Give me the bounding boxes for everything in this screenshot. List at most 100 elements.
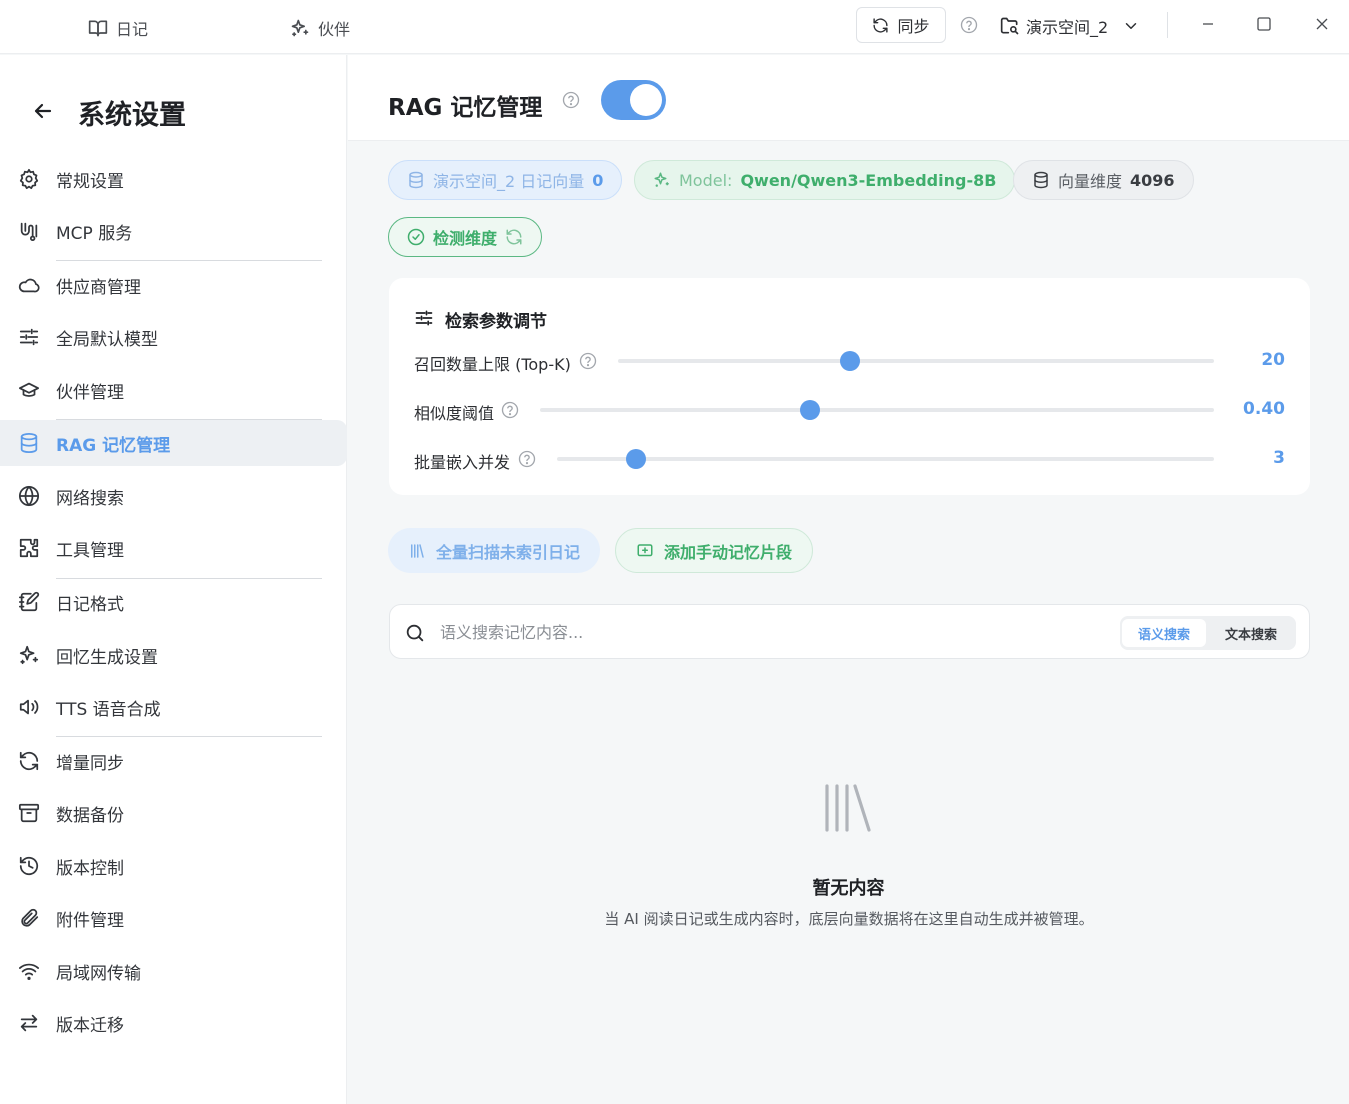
tab-diary-label: 日记 bbox=[116, 20, 149, 39]
sidebar-item[interactable]: MCP 服务 bbox=[0, 208, 347, 254]
title-bar: 日记 伙伴 同步 演示空间_2 bbox=[0, 0, 1349, 54]
add-memory-label: 添加手动记忆片段 bbox=[664, 542, 793, 562]
refresh-icon bbox=[19, 751, 39, 771]
back-arrow-icon[interactable] bbox=[30, 99, 56, 123]
sidebar-item-label: 局域网传输 bbox=[56, 963, 141, 984]
scan-unindexed-label: 全量扫描未索引日记 bbox=[436, 542, 581, 562]
sidebar-item-label: 日记格式 bbox=[56, 594, 124, 615]
help-icon[interactable] bbox=[960, 16, 978, 34]
gear-icon bbox=[19, 168, 39, 190]
sidebar-title: 系统设置 bbox=[78, 100, 186, 131]
sync-button[interactable]: 同步 bbox=[856, 7, 946, 43]
space-vector-chip: 演示空间_2 日记向量 0 bbox=[388, 160, 623, 200]
tab-partner[interactable]: 伙伴 bbox=[290, 16, 350, 40]
page-title: RAG 记忆管理 bbox=[388, 95, 543, 121]
sidebar-separator bbox=[56, 736, 322, 737]
sidebar-item[interactable]: RAG 记忆管理 bbox=[0, 420, 347, 466]
slider-thumb[interactable] bbox=[799, 400, 820, 420]
sidebar-item-label: 增量同步 bbox=[56, 753, 124, 774]
minimize-icon[interactable] bbox=[1198, 14, 1218, 34]
library-icon bbox=[825, 784, 871, 832]
wifi-icon bbox=[18, 963, 40, 980]
sidebar-item[interactable]: 全局默认模型 bbox=[0, 314, 347, 360]
help-icon[interactable] bbox=[562, 91, 580, 109]
cloud-icon bbox=[18, 278, 40, 293]
book-open-icon bbox=[88, 20, 108, 37]
sidebar-item[interactable]: 附件管理 bbox=[0, 895, 347, 941]
check-circle-icon bbox=[407, 228, 425, 246]
sidebar-item[interactable]: 增量同步 bbox=[0, 738, 347, 784]
puzzle-icon bbox=[19, 538, 39, 558]
help-icon[interactable] bbox=[501, 401, 519, 419]
sidebar-item[interactable]: 伙伴管理 bbox=[0, 367, 347, 413]
sparkles-icon bbox=[654, 172, 669, 187]
sparkles-icon bbox=[291, 19, 309, 37]
slider-topk[interactable] bbox=[618, 351, 1214, 371]
slider-thumb[interactable] bbox=[840, 351, 861, 371]
titlebar-divider bbox=[1167, 12, 1168, 38]
sidebar-item[interactable]: 网络搜索 bbox=[0, 473, 347, 519]
param-label-similarity: 相似度阈值 bbox=[414, 404, 495, 423]
sidebar-item-label: 工具管理 bbox=[56, 540, 124, 561]
sidebar-item-label: 数据备份 bbox=[56, 805, 124, 826]
main-header: RAG 记忆管理 bbox=[348, 55, 1349, 141]
paperclip-icon bbox=[21, 908, 39, 927]
add-memory-button[interactable]: 添加手动记忆片段 bbox=[615, 528, 814, 573]
sidebar-item[interactable]: 常规设置 bbox=[0, 156, 347, 202]
sync-label: 同步 bbox=[897, 17, 930, 36]
folder-search-icon bbox=[1000, 17, 1019, 35]
close-icon[interactable] bbox=[1312, 14, 1332, 34]
detect-dimension-button[interactable]: 检测维度 bbox=[388, 217, 543, 257]
sidebar-item[interactable]: 数据备份 bbox=[0, 790, 347, 836]
scan-unindexed-button[interactable]: 全量扫描未索引日记 bbox=[388, 528, 601, 573]
notebook-pen-icon bbox=[18, 591, 40, 612]
workspace-selector[interactable]: 演示空间_2 bbox=[1000, 14, 1140, 38]
maximize-icon[interactable] bbox=[1254, 14, 1274, 34]
space-vector-count: 0 bbox=[592, 170, 604, 190]
search-input[interactable] bbox=[440, 619, 1040, 645]
sidebar-item-label: 全局默认模型 bbox=[56, 329, 158, 350]
rag-enable-toggle[interactable] bbox=[601, 80, 666, 120]
sidebar-item-label: 供应商管理 bbox=[56, 277, 141, 298]
sidebar-item-label: TTS 语音合成 bbox=[56, 699, 161, 720]
sidebar-item[interactable]: 供应商管理 bbox=[0, 262, 347, 308]
sidebar-item-label: 版本迁移 bbox=[56, 1015, 124, 1036]
sidebar-item[interactable]: 版本迁移 bbox=[0, 1000, 347, 1046]
search-icon bbox=[406, 624, 424, 642]
card-title: 检索参数调节 bbox=[445, 312, 547, 332]
help-icon[interactable] bbox=[579, 352, 597, 370]
text-search-tab[interactable]: 文本搜索 bbox=[1209, 619, 1293, 647]
sidebar-separator bbox=[56, 578, 322, 579]
search-mode-toggle: 语义搜索 文本搜索 bbox=[1120, 616, 1296, 650]
param-label-concurrency: 批量嵌入并发 bbox=[414, 453, 511, 472]
database-icon bbox=[20, 432, 38, 454]
archive-icon bbox=[18, 803, 40, 823]
sidebar-item-label: 常规设置 bbox=[56, 171, 124, 192]
model-name: Qwen/Qwen3-Embedding-8B bbox=[740, 170, 997, 190]
sliders-icon bbox=[415, 310, 433, 326]
slider-similarity[interactable] bbox=[540, 400, 1214, 420]
slider-thumb[interactable] bbox=[625, 449, 646, 469]
semantic-search-tab[interactable]: 语义搜索 bbox=[1122, 619, 1206, 647]
chevron-down-icon bbox=[1125, 23, 1137, 29]
sidebar-item[interactable]: 工具管理 bbox=[0, 525, 347, 571]
param-value-concurrency: 3 bbox=[1273, 448, 1285, 468]
sidebar-item-label: 附件管理 bbox=[56, 910, 124, 931]
sidebar-item[interactable]: 日记格式 bbox=[0, 579, 347, 625]
memory-search-box: 语义搜索 文本搜索 bbox=[389, 604, 1310, 659]
speaker-icon bbox=[19, 699, 39, 715]
refresh-icon bbox=[873, 17, 889, 33]
sidebar-item[interactable]: TTS 语音合成 bbox=[0, 684, 347, 730]
arrows-swap-icon bbox=[20, 1014, 38, 1032]
database-icon bbox=[409, 171, 423, 189]
help-icon[interactable] bbox=[518, 450, 536, 468]
sidebar-item[interactable]: 局域网传输 bbox=[0, 948, 347, 994]
sliders-icon bbox=[19, 328, 39, 346]
sidebar-item[interactable]: 回忆生成设置 bbox=[0, 632, 347, 678]
sidebar-item-label: MCP 服务 bbox=[56, 223, 133, 244]
space-vector-label: 演示空间_2 日记向量 bbox=[433, 172, 585, 191]
tab-diary[interactable]: 日记 bbox=[88, 16, 148, 40]
slider-concurrency[interactable] bbox=[557, 449, 1214, 469]
sidebar-item-label: 伙伴管理 bbox=[56, 382, 124, 403]
model-chip: Model: Qwen/Qwen3-Embedding-8B bbox=[634, 160, 1016, 200]
